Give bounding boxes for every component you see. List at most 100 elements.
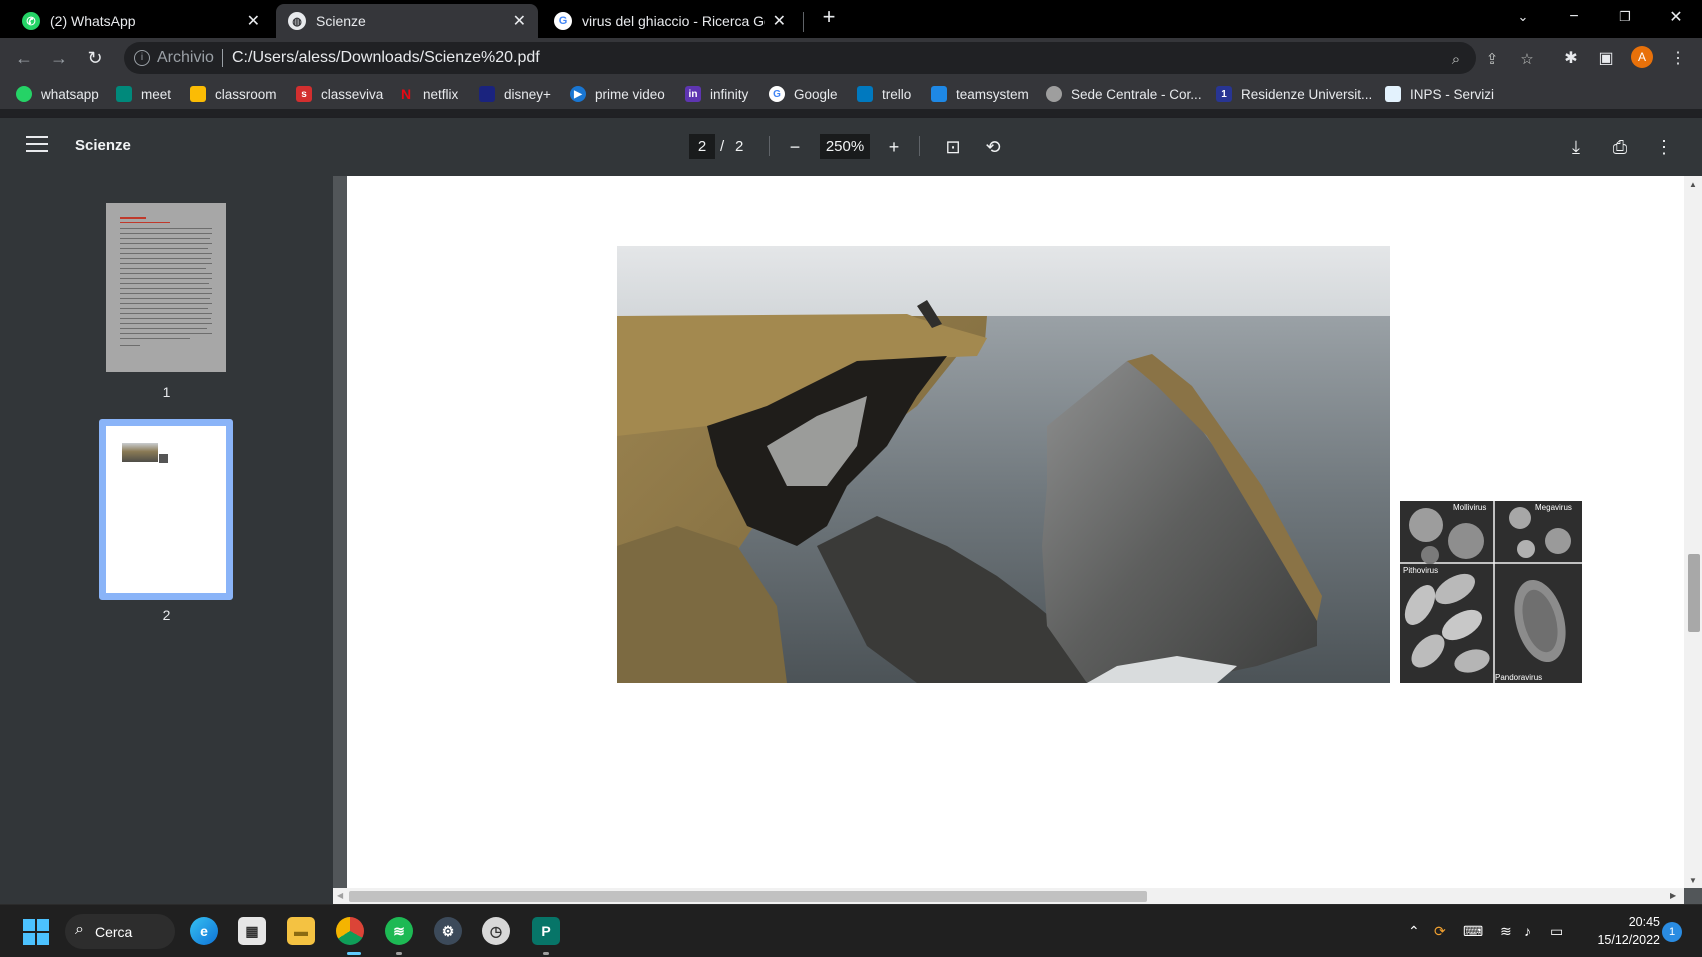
tab-whatsapp[interactable]: ✆ (2) WhatsApp ✕ (10, 4, 272, 38)
thumbnail-label: 1 (162, 384, 171, 400)
bookmark-residenze[interactable]: 1 Residenze Universit... (1216, 84, 1372, 104)
share-icon[interactable]: ⇪ (1482, 49, 1502, 69)
bookmark-google[interactable]: G Google (769, 84, 838, 104)
bookmark-prime-video[interactable]: ▶ prime video (570, 84, 665, 104)
show-hidden-icons-chevron-icon[interactable]: ⌃ (1408, 923, 1420, 940)
close-window-button[interactable]: ✕ (1653, 0, 1699, 34)
bookmark-whatsapp[interactable]: whatsapp (16, 84, 99, 104)
bookmark-trello[interactable]: trello (857, 84, 911, 104)
bookmark-label: trello (882, 86, 912, 102)
scroll-left-arrow-icon[interactable]: ◀ (337, 891, 343, 900)
store-icon[interactable]: ▦ (238, 917, 266, 945)
page-thumbnail-1[interactable] (106, 203, 226, 372)
sync-icon[interactable]: ⟳ (1434, 923, 1446, 940)
zoom-icon[interactable]: ⌕ (1446, 49, 1466, 69)
label-pandoravirus: Pandoravirus (1495, 673, 1542, 682)
keyboard-icon[interactable]: ⌨ (1463, 923, 1483, 940)
horizontal-scroll-thumb[interactable] (349, 891, 1147, 902)
vertical-scroll-thumb[interactable] (1688, 554, 1700, 632)
chrome-icon[interactable] (336, 917, 364, 945)
scroll-right-arrow-icon[interactable]: ▶ (1670, 891, 1676, 900)
download-icon[interactable]: ⤓ (1563, 134, 1589, 160)
forward-button[interactable]: → (45, 44, 73, 72)
bookmark-teamsystem[interactable]: teamsystem (931, 84, 1029, 104)
wifi-icon[interactable]: ≋ (1500, 923, 1512, 940)
search-label: Cerca (95, 923, 133, 940)
volume-icon[interactable]: ♪ (1524, 923, 1531, 939)
notification-badge[interactable]: 1 (1662, 922, 1682, 942)
tab-google-search[interactable]: G virus del ghiaccio - Ricerca Goog ✕ (542, 4, 798, 38)
toolbar-divider (769, 136, 770, 156)
giant-virus-micrograph: Mollivirus Megavirus Pithovirus Pandorav… (1400, 501, 1582, 683)
permafrost-cliff-photo (617, 246, 1390, 683)
taskbar-clock[interactable]: 20:45 15/12/2022 (1580, 913, 1660, 949)
clock-app-icon[interactable]: ◷ (482, 917, 510, 945)
page-separator: / (720, 138, 725, 155)
toolbar-divider (919, 136, 920, 156)
whatsapp-icon (16, 86, 32, 102)
bookmark-meet[interactable]: meet (116, 84, 171, 104)
back-button[interactable]: ← (10, 44, 38, 72)
taskbar-search[interactable]: ⌕ Cerca (65, 914, 175, 949)
restore-button[interactable]: ❐ (1602, 0, 1648, 34)
vertical-scrollbar[interactable]: ▲ ▼ (1684, 176, 1702, 888)
bookmark-sede-centrale[interactable]: Sede Centrale - Cor... (1046, 84, 1202, 104)
sidebar-menu-icon[interactable] (26, 136, 48, 156)
bookmark-infinity[interactable]: in infinity (685, 84, 748, 104)
minimize-button[interactable]: − (1551, 0, 1597, 34)
scroll-down-arrow-icon[interactable]: ▼ (1689, 876, 1697, 885)
battery-icon[interactable]: ▭ (1550, 923, 1563, 940)
bookmark-label: Residenze Universit... (1241, 86, 1373, 102)
fit-to-page-icon[interactable]: ⊡ (940, 134, 966, 160)
bookmark-classeviva[interactable]: s classeviva (296, 84, 383, 104)
publisher-icon[interactable]: P (532, 917, 560, 945)
tab-strip: ✆ (2) WhatsApp ✕ ◍ Scienze ✕ G virus del… (0, 0, 1702, 38)
horizontal-scrollbar[interactable]: ◀ ▶ (333, 888, 1684, 904)
zoom-in-icon[interactable]: + (881, 134, 907, 160)
print-icon[interactable]: ⎙ (1607, 134, 1633, 160)
more-menu-icon[interactable]: ⋮ (1666, 46, 1690, 70)
new-tab-button[interactable]: + (806, 0, 852, 34)
zoom-level-input[interactable]: 250% (820, 134, 870, 159)
browser-toolbar: ← → ↻ i Archivio C:/Users/aless/Download… (0, 38, 1702, 78)
close-tab-icon[interactable]: ✕ (247, 11, 260, 31)
bookmark-netflix[interactable]: Nnetflix (398, 84, 458, 104)
bookmark-label: whatsapp (41, 86, 99, 102)
address-url[interactable]: C:/Users/aless/Downloads/Scienze%20.pdf (232, 49, 540, 67)
address-chip: Archivio (157, 49, 214, 66)
spotify-icon[interactable]: ≋ (385, 917, 413, 945)
bookmark-disney[interactable]: disney+ (479, 84, 551, 104)
side-panel-icon[interactable]: ▣ (1594, 46, 1618, 70)
university-seal-icon (1046, 86, 1062, 102)
tab-search-chevron-icon[interactable]: ⌄ (1500, 0, 1546, 34)
edge-icon[interactable]: e (190, 917, 218, 945)
tab-scienze[interactable]: ◍ Scienze ✕ (276, 4, 538, 38)
netflix-icon: N (400, 86, 412, 102)
meet-icon (116, 86, 132, 102)
bookmark-inps[interactable]: INPS - Servizi (1385, 84, 1494, 104)
windows-start-icon[interactable] (23, 919, 49, 945)
info-icon[interactable]: i (134, 50, 150, 66)
bookmarks-bar: whatsapp meet classroom s classeviva Nnet… (0, 78, 1702, 110)
address-bar[interactable]: i Archivio C:/Users/aless/Downloads/Scie… (124, 42, 1534, 74)
bookmark-star-icon[interactable]: ☆ (1517, 49, 1537, 69)
page-thumbnail-2[interactable] (99, 419, 233, 600)
google-icon: G (554, 12, 572, 30)
zoom-out-icon[interactable]: − (782, 134, 808, 160)
scroll-up-arrow-icon[interactable]: ▲ (1689, 180, 1697, 189)
close-tab-icon[interactable]: ✕ (773, 11, 786, 31)
windows-taskbar: ⌕ Cerca e ▦ ▬ ≋ ⚙ ◷ P ⌃ ⟳ ⌨ ≋ ♪ ▭ 20:45 … (0, 904, 1702, 957)
file-explorer-icon[interactable]: ▬ (287, 917, 315, 945)
extensions-icon[interactable]: ✱ (1559, 46, 1583, 70)
active-app-indicator (347, 952, 361, 955)
page-number-input[interactable]: 2 (689, 134, 715, 159)
globe-icon: ◍ (288, 12, 306, 30)
bookmark-label: netflix (423, 86, 459, 102)
rotate-icon[interactable]: ⟲ (980, 134, 1006, 160)
close-tab-icon[interactable]: ✕ (513, 11, 526, 31)
bookmark-classroom[interactable]: classroom (190, 84, 277, 104)
more-actions-icon[interactable]: ⋮ (1651, 134, 1677, 160)
reload-button[interactable]: ↻ (81, 44, 109, 72)
avatar[interactable]: A (1631, 46, 1653, 68)
settings-gear-icon[interactable]: ⚙ (434, 917, 462, 945)
